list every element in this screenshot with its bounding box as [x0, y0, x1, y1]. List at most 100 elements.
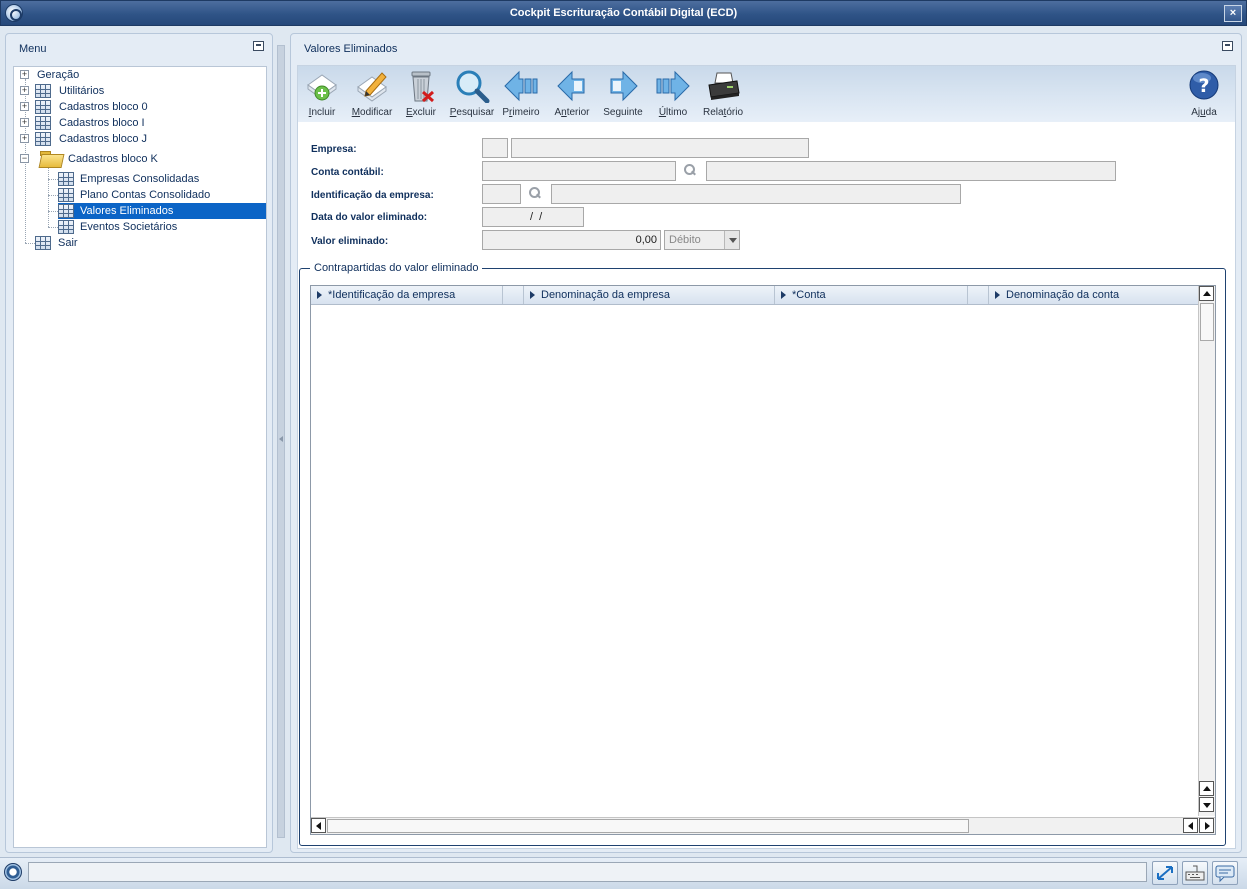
edit-document-icon — [354, 69, 390, 103]
expand-icon[interactable]: + — [20, 70, 29, 79]
add-document-icon — [304, 69, 340, 103]
menu-item-label: Cadastros bloco 0 — [59, 101, 148, 113]
table-icon — [58, 172, 74, 186]
relatorio-button[interactable]: Relatório — [699, 69, 747, 118]
seguinte-label: Seguinte — [603, 107, 643, 118]
empresa-name-field[interactable] — [511, 138, 809, 158]
empresa-code-field[interactable] — [482, 138, 508, 158]
keyboard-icon[interactable] — [1182, 861, 1208, 885]
menu-tree: + Geração + Utilitários + Cadastros bloc… — [13, 66, 267, 848]
vertical-scroll-thumb[interactable] — [1200, 303, 1214, 341]
menu-item-sair[interactable]: Sair — [35, 235, 78, 251]
table-icon — [58, 188, 74, 202]
pesquisar-label: Pesquisar — [449, 107, 495, 118]
menu-item-empresas-consolidadas[interactable]: Empresas Consolidadas — [58, 171, 199, 187]
scroll-down-button[interactable] — [1199, 797, 1214, 812]
grid-header: *Identificação da empresa Denominação da… — [311, 286, 1199, 305]
menu-item-label: Plano Contas Consolidado — [80, 189, 211, 201]
panel-splitter[interactable] — [277, 45, 285, 838]
conta-contabil-field[interactable] — [482, 161, 676, 181]
close-button[interactable]: × — [1224, 5, 1242, 22]
expand-icon[interactable]: + — [20, 102, 29, 111]
ultimo-button[interactable]: Último — [649, 69, 697, 118]
column-denominacao-empresa[interactable]: Denominação da empresa — [524, 286, 775, 304]
conta-lookup-icon[interactable] — [683, 163, 697, 177]
conta-contabil-label: Conta contábil: — [311, 167, 384, 178]
menu-item-cadastros-bloco-i[interactable]: + Cadastros bloco I — [20, 115, 145, 131]
conta-descricao-field[interactable] — [706, 161, 1116, 181]
menu-item-cadastros-bloco-j[interactable]: + Cadastros bloco J — [20, 131, 147, 147]
scroll-up-button[interactable] — [1199, 286, 1214, 301]
data-valor-field[interactable]: / / — [482, 207, 584, 227]
modificar-label: Modificar — [351, 107, 393, 118]
menu-item-label: Utilitários — [59, 85, 105, 97]
trash-icon — [403, 69, 439, 103]
status-logo-icon — [4, 863, 22, 881]
anterior-button[interactable]: Anterior — [548, 69, 596, 118]
scroll-left-button[interactable] — [311, 818, 326, 833]
scroll-up-button-bottom[interactable] — [1199, 781, 1214, 796]
modificar-button[interactable]: Modificar — [348, 69, 396, 118]
seguinte-button[interactable]: Seguinte — [599, 69, 647, 118]
table-icon — [35, 116, 51, 130]
collapse-icon[interactable]: − — [20, 154, 29, 163]
column-conta[interactable]: *Conta — [775, 286, 968, 304]
horizontal-scrollbar[interactable] — [311, 817, 1215, 834]
column-denominacao-conta[interactable]: Denominação da conta — [989, 286, 1199, 304]
open-folder-icon — [40, 151, 62, 166]
toolbar: Incluir Modificar Excluir Pesquisar Prim… — [298, 66, 1235, 122]
table-icon — [58, 220, 74, 234]
scroll-left-button-right[interactable] — [1183, 818, 1198, 833]
message-icon[interactable] — [1212, 861, 1238, 885]
empresa-label: Empresa: — [311, 144, 357, 155]
column-lookup-empresa[interactable] — [503, 286, 524, 304]
primeiro-button[interactable]: Primeiro — [497, 69, 545, 118]
tree-line — [48, 211, 58, 212]
menu-item-plano-contas-consolidado[interactable]: Plano Contas Consolidado — [58, 187, 210, 203]
column-lookup-conta[interactable] — [968, 286, 989, 304]
incluir-label: Incluir — [308, 107, 336, 118]
menu-item-valores-eliminados[interactable]: Valores Eliminados — [58, 203, 266, 219]
relatorio-label: Relatório — [702, 107, 744, 118]
menu-minimize-button[interactable] — [253, 41, 264, 51]
printer-icon — [705, 69, 741, 103]
expand-icon[interactable]: + — [20, 134, 29, 143]
identificacao-empresa-field[interactable] — [482, 184, 521, 204]
menu-item-eventos-societarios[interactable]: Eventos Societários — [58, 219, 177, 235]
menu-item-label: Cadastros bloco K — [68, 153, 158, 165]
valor-eliminado-field[interactable]: 0,00 — [482, 230, 661, 250]
menu-item-label: Cadastros bloco J — [59, 133, 148, 145]
ajuda-button[interactable]: ? Ajuda — [1180, 69, 1228, 118]
vertical-scrollbar[interactable] — [1198, 286, 1215, 816]
column-identificacao-empresa[interactable]: *Identificação da empresa — [311, 286, 503, 304]
excluir-button[interactable]: Excluir — [397, 69, 445, 118]
table-icon — [35, 236, 51, 250]
status-message-field — [28, 862, 1147, 882]
incluir-button[interactable]: Incluir — [298, 69, 346, 118]
next-arrow-icon — [605, 69, 641, 103]
menu-item-label: Valores Eliminados — [80, 205, 174, 217]
expand-icon[interactable]: + — [20, 118, 29, 127]
table-icon — [35, 100, 51, 114]
valor-eliminado-label: Valor eliminado: — [311, 236, 389, 247]
status-bar — [0, 857, 1247, 889]
pesquisar-button[interactable]: Pesquisar — [448, 69, 496, 118]
menu-item-geracao[interactable]: + Geração — [20, 67, 79, 83]
menu-item-cadastros-bloco-k[interactable]: − Cadastros bloco K — [20, 150, 158, 168]
identificacao-descricao-field[interactable] — [551, 184, 961, 204]
menu-item-cadastros-bloco-0[interactable]: + Cadastros bloco 0 — [20, 99, 148, 115]
horizontal-scroll-thumb[interactable] — [327, 819, 969, 833]
resize-arrows-icon[interactable] — [1152, 861, 1178, 885]
chevron-down-icon[interactable] — [724, 231, 739, 249]
main-panel: Valores Eliminados Incluir Modificar Exc… — [290, 33, 1242, 853]
tipo-select[interactable]: Débito — [664, 230, 740, 250]
empresa-lookup-icon[interactable] — [528, 186, 542, 200]
scroll-right-button[interactable] — [1199, 818, 1214, 833]
contrapartidas-title: Contrapartidas do valor eliminado — [310, 262, 483, 274]
menu-title: Menu — [19, 43, 47, 55]
expand-icon[interactable]: + — [20, 86, 29, 95]
menu-item-label: Geração — [37, 69, 80, 81]
first-arrow-icon — [503, 69, 539, 103]
menu-item-utilitarios[interactable]: + Utilitários — [20, 83, 104, 99]
main-minimize-button[interactable] — [1222, 41, 1233, 51]
